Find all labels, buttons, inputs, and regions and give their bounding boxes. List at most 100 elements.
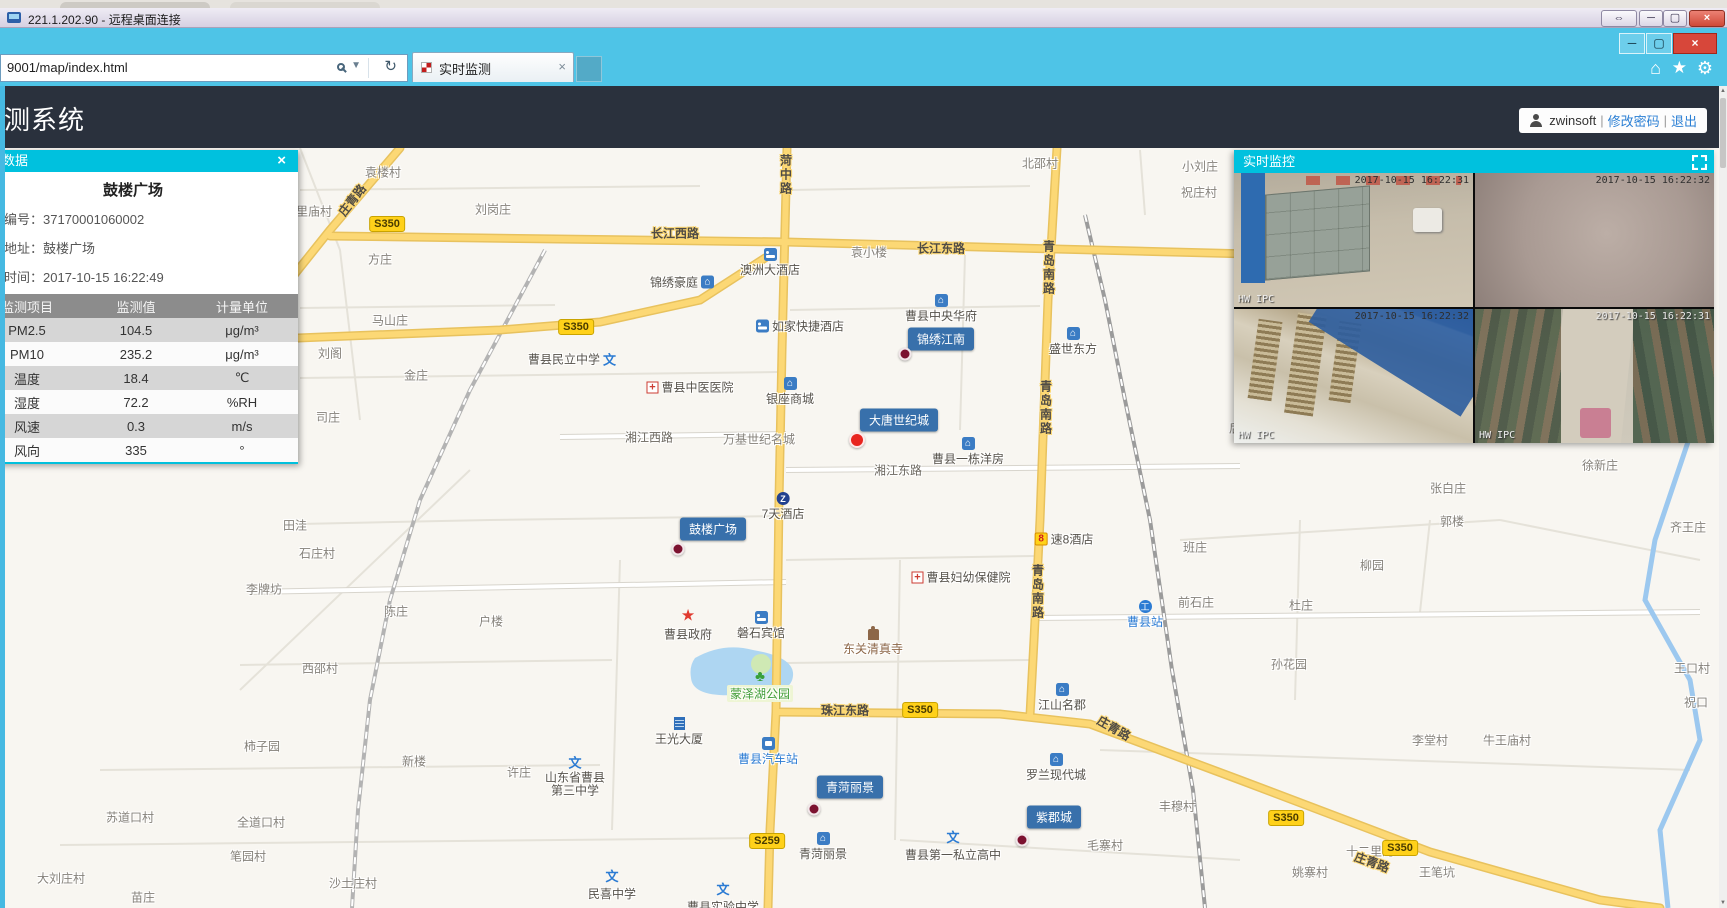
table-row: 风速0.3m/s <box>0 414 298 438</box>
window-left-border <box>0 86 5 908</box>
table-row: PM10235.2μg/m³ <box>0 342 298 366</box>
video-decor <box>1413 208 1442 232</box>
rdp-minimize-button[interactable]: ─ <box>1639 10 1663 27</box>
rdp-close-button[interactable]: × <box>1689 10 1725 27</box>
metric-unit: ° <box>186 438 298 462</box>
video-decor <box>1633 309 1714 443</box>
video-decor <box>1475 309 1561 443</box>
video-timestamp: 2017-10-15 16:22:31 <box>1596 311 1710 322</box>
video-timestamp: 2017-10-15 16:22:32 <box>1355 311 1469 322</box>
rdp-icon <box>7 12 21 23</box>
favorites-star-icon[interactable]: ★ <box>1672 58 1687 78</box>
station-badge[interactable]: 鼓楼广场 <box>680 518 746 541</box>
video-osd-label: HW IPC <box>1238 430 1274 441</box>
table-header-row: 监测项目 监测值 计量单位 <box>0 294 298 318</box>
station-badge[interactable]: 大唐世纪城 <box>860 409 938 432</box>
browser-tab[interactable]: 实时监测 × <box>412 52 574 82</box>
tab-close-icon[interactable]: × <box>558 59 566 74</box>
metric-unit: m/s <box>186 414 298 438</box>
metric-name: PM10 <box>0 342 86 366</box>
video-osd-label: HW IPC <box>1238 294 1274 305</box>
scroll-down-arrow[interactable]: ▼ <box>1719 898 1727 908</box>
vertical-scrollbar[interactable]: ▲ ▼ <box>1719 86 1727 908</box>
video-panel-title: 实时监控 <box>1243 154 1295 169</box>
chevron-down-icon[interactable]: ▼ <box>351 60 361 71</box>
metric-value: 335 <box>86 438 186 462</box>
scrollbar-thumb[interactable] <box>1720 98 1726 168</box>
page-title: 测系统 <box>4 100 85 137</box>
road-shield: S350 <box>902 702 938 718</box>
metric-value: 72.2 <box>86 390 186 414</box>
station-name: 鼓楼广场 <box>0 172 298 204</box>
new-tab-button[interactable] <box>576 56 602 82</box>
background-apps-strip <box>0 0 1727 8</box>
col-item: 监测项目 <box>0 294 86 318</box>
video-feed-4[interactable]: 2017-10-15 16:22:31 HW IPC <box>1475 309 1714 443</box>
ie-maximize-button[interactable]: ▢ <box>1646 33 1672 54</box>
user-box: zwinsoft | 修改密码 | 退出 <box>1519 108 1707 133</box>
ie-minimize-button[interactable]: ─ <box>1619 33 1645 54</box>
station-dot[interactable] <box>899 348 912 361</box>
station-badge[interactable]: 紫郡城 <box>1027 806 1081 829</box>
realtime-data-panel: 实时数据 × 鼓楼广场 编号：37170001060002 地址：鼓楼广场 时间… <box>0 150 298 464</box>
settings-gear-icon[interactable]: ⚙ <box>1697 58 1713 79</box>
divider: | <box>1664 113 1667 128</box>
video-timestamp: 2017-10-15 16:22:32 <box>1596 175 1710 186</box>
rdp-title-bar: 221.1.202.90 - 远程桌面连接 ⇔ ─ ▢ × <box>0 8 1727 28</box>
metric-unit: μg/m³ <box>186 342 298 366</box>
table-row: 温度18.4℃ <box>0 366 298 390</box>
divider: | <box>1600 113 1603 128</box>
metric-unit: ℃ <box>186 366 298 390</box>
monitoring-page: 测系统 zwinsoft | 修改密码 | 退出 <box>0 86 1727 908</box>
video-feed-2[interactable]: 2017-10-15 16:22:32 <box>1475 173 1714 307</box>
table-row: PM2.5104.5μg/m³ <box>0 318 298 342</box>
station-dot[interactable] <box>672 543 685 556</box>
screen: 221.1.202.90 - 远程桌面连接 ⇔ ─ ▢ × ─ ▢ × 9001… <box>0 0 1727 908</box>
metric-value: 235.2 <box>86 342 186 366</box>
station-address: 地址：鼓楼广场 <box>0 233 298 262</box>
logout-link[interactable]: 退出 <box>1671 111 1697 130</box>
rdp-title: 221.1.202.90 - 远程桌面连接 <box>28 11 181 28</box>
scroll-up-arrow[interactable]: ▲ <box>1719 86 1727 96</box>
tab-label[interactable]: 实时监测 <box>439 59 491 78</box>
station-id: 编号：37170001060002 <box>0 204 298 233</box>
search-icon[interactable] <box>337 63 345 71</box>
station-dot[interactable] <box>1016 834 1029 847</box>
station-badge[interactable]: 锦绣江南 <box>908 328 974 351</box>
video-decor <box>1241 173 1265 283</box>
road-shield: S350 <box>369 216 405 232</box>
change-password-link[interactable]: 修改密码 <box>1608 111 1660 130</box>
station-dot[interactable] <box>808 803 821 816</box>
metric-value: 104.5 <box>86 318 186 342</box>
video-panel-header: 实时监控 <box>1234 150 1714 173</box>
station-badge[interactable]: 青菏丽景 <box>817 776 883 799</box>
readings-table: 监测项目 监测值 计量单位 PM2.5104.5μg/m³ PM10235.2μ… <box>0 294 298 462</box>
metric-name: 风向 <box>0 438 86 462</box>
col-value: 监测值 <box>86 294 186 318</box>
video-grid: 2017-10-15 16:22:31 HW IPC 2017-10-15 16… <box>1234 173 1714 443</box>
live-video-panel: 实时监控 2017-10-15 16:22:31 HW IPC 2017-10-… <box>1234 150 1714 443</box>
data-panel-header: 实时数据 × <box>0 150 298 172</box>
road-shield: S259 <box>749 833 785 849</box>
video-decor <box>1248 318 1283 401</box>
metric-name: 温度 <box>0 366 86 390</box>
metric-name: 风速 <box>0 414 86 438</box>
metric-unit: μg/m³ <box>186 318 298 342</box>
home-icon[interactable]: ⌂ <box>1650 58 1661 79</box>
ie-chrome: ─ ▢ × 9001/map/index.html ▼ ↻ 实时监测 × ⌂ ★… <box>0 28 1727 86</box>
road-shield: S350 <box>558 319 594 335</box>
video-feed-1[interactable]: 2017-10-15 16:22:31 HW IPC <box>1234 173 1473 307</box>
refresh-icon[interactable]: ↻ <box>384 57 397 75</box>
url-text[interactable]: 9001/map/index.html <box>7 55 128 81</box>
address-bar[interactable]: 9001/map/index.html ▼ ↻ <box>0 54 408 82</box>
rdp-pin-button[interactable]: ⇔ <box>1601 10 1637 27</box>
station-dot[interactable] <box>849 432 865 448</box>
rdp-maximize-button[interactable]: ▢ <box>1663 10 1687 27</box>
video-feed-3[interactable]: 2017-10-15 16:22:32 HW IPC <box>1234 309 1473 443</box>
metric-name: 湿度 <box>0 390 86 414</box>
metric-unit: %RH <box>186 390 298 414</box>
ie-close-button[interactable]: × <box>1673 33 1717 54</box>
video-osd-label: HW IPC <box>1479 430 1515 441</box>
close-icon[interactable]: × <box>277 150 286 172</box>
video-decor <box>1265 186 1370 281</box>
